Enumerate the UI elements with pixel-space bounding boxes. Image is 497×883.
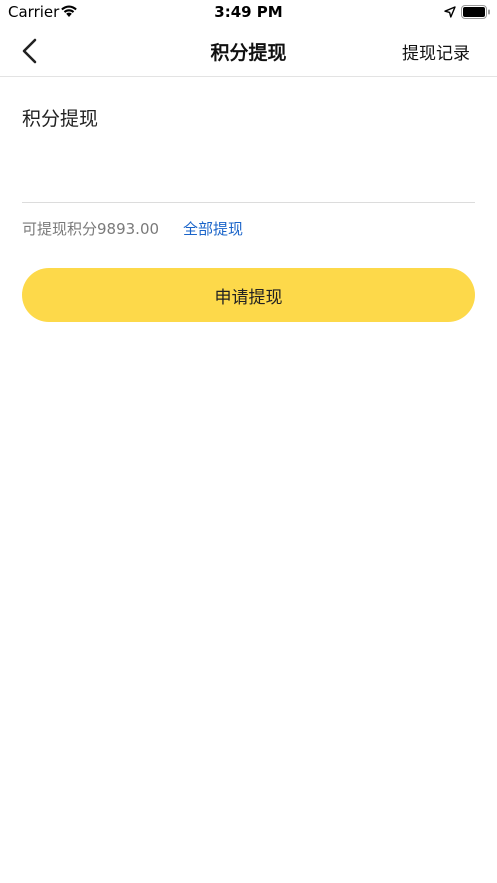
available-points-text: 可提现积分9893.00	[22, 220, 160, 238]
nav-bar: 积分提现 提现记录	[0, 26, 497, 77]
battery-icon	[461, 5, 490, 19]
amount-input[interactable]	[22, 150, 475, 203]
status-time: 3:49 PM	[214, 3, 283, 21]
withdraw-all-link[interactable]: 全部提现	[183, 218, 243, 239]
location-arrow-icon	[444, 6, 456, 18]
status-bar: Carrier 3:49 PM	[0, 0, 497, 26]
section-title: 积分提现	[22, 108, 99, 130]
apply-withdraw-button[interactable]: 申请提现	[22, 268, 475, 322]
withdraw-records-link[interactable]: 提现记录	[402, 39, 470, 64]
